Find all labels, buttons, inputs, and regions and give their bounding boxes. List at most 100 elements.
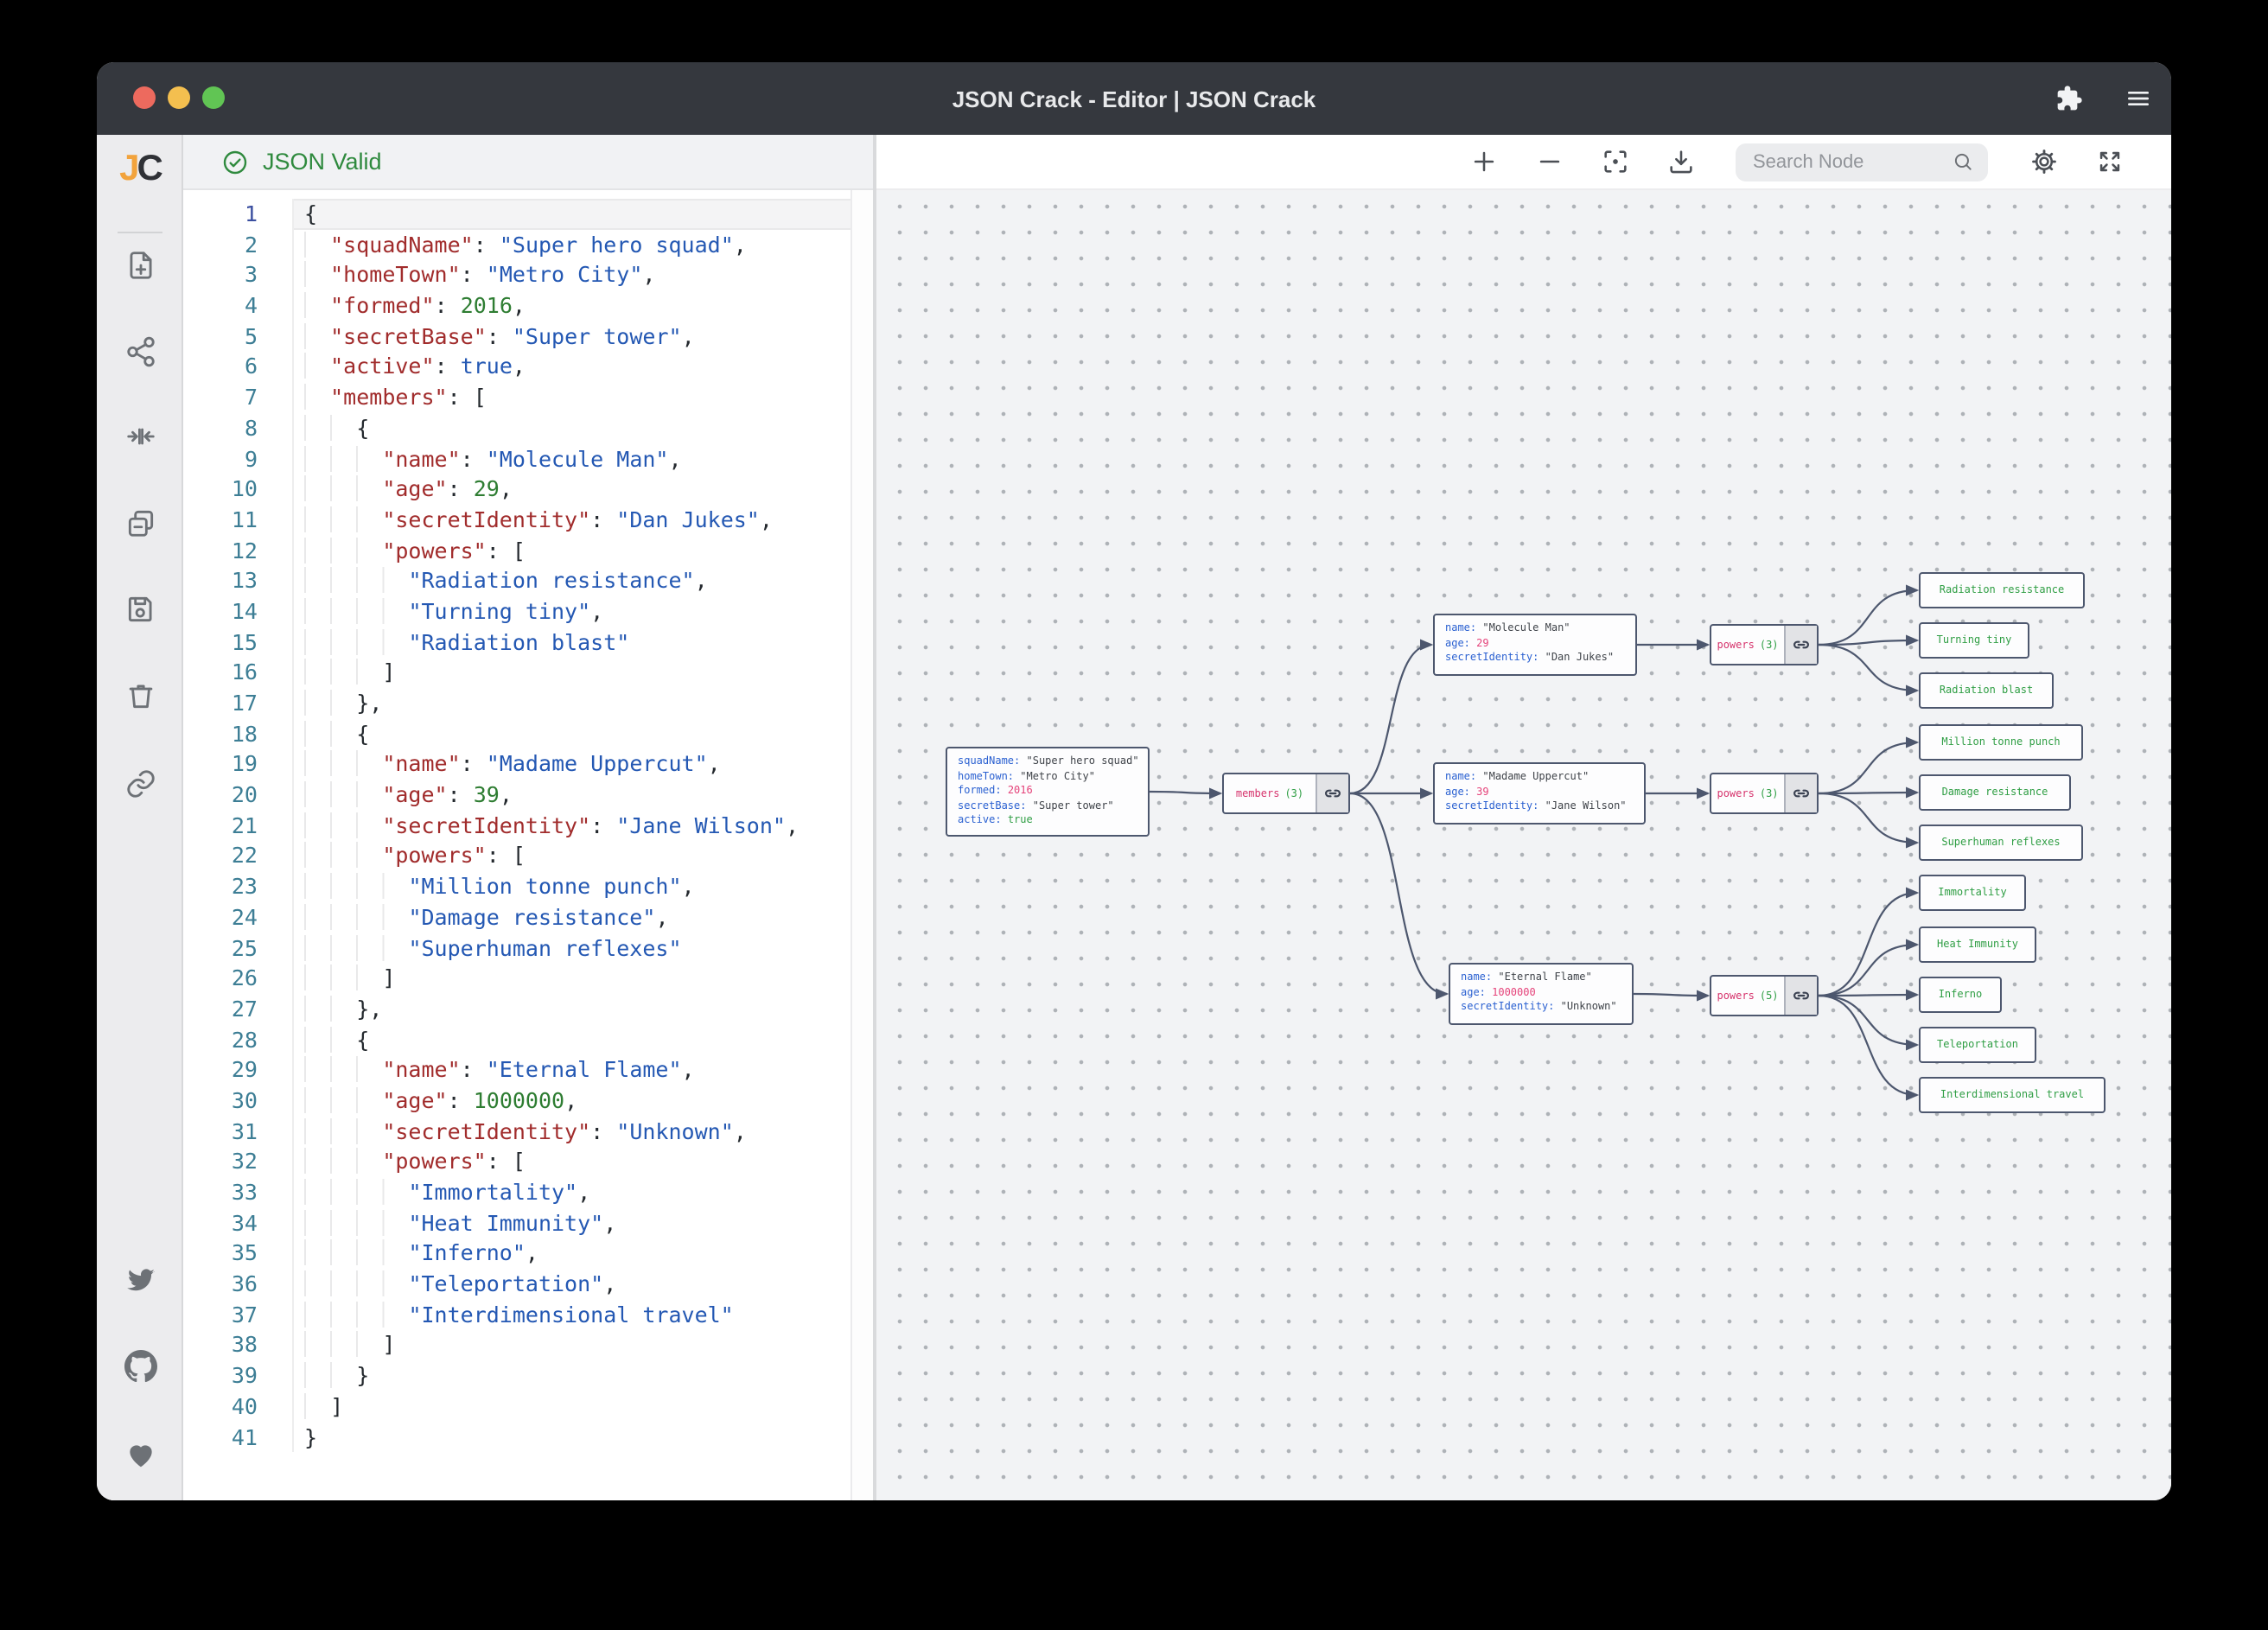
graph-node-c4[interactable]: Teleportation	[1919, 1027, 2036, 1063]
graph-node-b1[interactable]: Million tonne punch	[1919, 724, 2083, 761]
copy-button[interactable]	[111, 493, 169, 551]
expand-link-icon[interactable]	[1784, 977, 1817, 1015]
twitter-link[interactable]	[111, 1250, 169, 1308]
leaf-node-label: Teleportation	[1937, 1039, 2018, 1051]
code-content: {	[294, 718, 873, 748]
code-line[interactable]: 4 "formed": 2016,	[183, 290, 873, 321]
code-line[interactable]: 2 "squadName": "Super hero squad",	[183, 229, 873, 259]
line-number: 27	[183, 994, 294, 1024]
code-line[interactable]: 37 "Interdimensional travel"	[183, 1300, 873, 1330]
code-line[interactable]: 6 "active": true,	[183, 352, 873, 382]
line-number: 26	[183, 963, 294, 993]
code-line[interactable]: 20 "age": 39,	[183, 780, 873, 810]
settings-button[interactable]	[2023, 141, 2064, 182]
code-content: "homeTown": "Metro City",	[294, 260, 873, 290]
graph-node-p1[interactable]: powers(3)	[1710, 624, 1819, 665]
collapse-horizontal-button[interactable]	[111, 406, 169, 465]
code-line[interactable]: 3 "homeTown": "Metro City",	[183, 260, 873, 290]
graph-node-c1[interactable]: Immortality	[1919, 875, 2026, 911]
code-line[interactable]: 8 {	[183, 413, 873, 443]
code-line[interactable]: 33 "Immortality",	[183, 1177, 873, 1207]
graph-node-members[interactable]: members(3)	[1222, 773, 1350, 814]
code-line[interactable]: 40 ]	[183, 1391, 873, 1422]
code-line[interactable]: 34 "Heat Immunity",	[183, 1207, 873, 1238]
code-line[interactable]: 9 "name": "Molecule Man",	[183, 443, 873, 474]
new-file-button[interactable]	[111, 235, 169, 294]
save-button[interactable]	[111, 579, 169, 638]
search-input[interactable]	[1753, 151, 1952, 172]
graph-node-b3[interactable]: Superhuman reflexes	[1919, 825, 2083, 861]
code-line[interactable]: 27 },	[183, 994, 873, 1024]
graph-node-root[interactable]: squadName: "Super hero squad"homeTown: "…	[946, 747, 1150, 837]
code-line[interactable]: 21 "secretIdentity": "Jane Wilson",	[183, 811, 873, 841]
code-line[interactable]: 19 "name": "Madame Uppercut",	[183, 749, 873, 780]
zoom-in-button[interactable]	[1462, 141, 1504, 182]
focus-button[interactable]	[1594, 141, 1635, 182]
code-line[interactable]: 15 "Radiation blast"	[183, 627, 873, 657]
code-line[interactable]: 23 "Million tonne punch",	[183, 871, 873, 901]
search-node-box[interactable]	[1736, 143, 1988, 181]
graph-node-m2[interactable]: name: "Madame Uppercut"age: 39secretIden…	[1433, 762, 1646, 825]
graph-node-p2[interactable]: powers(3)	[1710, 773, 1819, 814]
graph-node-c3[interactable]: Inferno	[1919, 977, 2002, 1013]
expand-link-icon[interactable]	[1784, 774, 1817, 812]
code-line[interactable]: 30 "age": 1000000,	[183, 1086, 873, 1116]
code-line[interactable]: 24 "Damage resistance",	[183, 902, 873, 933]
graph-node-a1[interactable]: Radiation resistance	[1919, 572, 2085, 608]
code-line[interactable]: 26 ]	[183, 963, 873, 993]
code-line[interactable]: 16 ]	[183, 658, 873, 688]
github-link[interactable]	[111, 1336, 169, 1395]
code-line[interactable]: 11 "secretIdentity": "Dan Jukes",	[183, 505, 873, 535]
expand-link-icon[interactable]	[1784, 626, 1817, 664]
code-line[interactable]: 29 "name": "Eternal Flame",	[183, 1055, 873, 1086]
code-line[interactable]: 10 "age": 29,	[183, 474, 873, 504]
code-line[interactable]: 13 "Radiation resistance",	[183, 566, 873, 596]
link-button[interactable]	[111, 754, 169, 812]
code-line[interactable]: 38 ]	[183, 1330, 873, 1360]
focus-icon	[1600, 147, 1629, 176]
code-line[interactable]: 39 }	[183, 1360, 873, 1391]
expand-link-icon[interactable]	[1316, 774, 1348, 812]
code-line[interactable]: 28 {	[183, 1024, 873, 1054]
graph-node-p3[interactable]: powers(5)	[1710, 975, 1819, 1016]
code-line[interactable]: 36 "Teleportation",	[183, 1269, 873, 1299]
code-line[interactable]: 5 "secretBase": "Super tower",	[183, 322, 873, 352]
graph-node-a3[interactable]: Radiation blast	[1919, 672, 2054, 709]
graph-node-b2[interactable]: Damage resistance	[1919, 774, 2071, 811]
gear-icon	[2029, 147, 2058, 176]
app-logo[interactable]: JC	[97, 149, 183, 190]
code-line[interactable]: 32 "powers": [	[183, 1147, 873, 1177]
download-button[interactable]	[1660, 141, 1701, 182]
zoom-out-button[interactable]	[1528, 141, 1570, 182]
code-line[interactable]: 41}	[183, 1422, 873, 1452]
code-content: "Interdimensional travel"	[294, 1300, 873, 1330]
code-line[interactable]: 35 "Inferno",	[183, 1238, 873, 1269]
code-line[interactable]: 14 "Turning tiny",	[183, 596, 873, 627]
graph-canvas[interactable]: squadName: "Super hero squad"homeTown: "…	[876, 190, 2171, 1500]
code-line[interactable]: 25 "Superhuman reflexes"	[183, 933, 873, 963]
code-line[interactable]: 7 "members": [	[183, 382, 873, 412]
line-number: 21	[183, 811, 294, 841]
graph-node-c2[interactable]: Heat Immunity	[1919, 926, 2036, 963]
code-line[interactable]: 22 "powers": [	[183, 841, 873, 871]
graph-node-m1[interactable]: name: "Molecule Man"age: 29secretIdentit…	[1433, 614, 1637, 676]
editor-scrollbar[interactable]	[850, 190, 873, 1500]
code-line[interactable]: 1{	[183, 199, 873, 229]
delete-button[interactable]	[111, 665, 169, 724]
graph-node-m3[interactable]: name: "Eternal Flame"age: 1000000secretI…	[1449, 963, 1634, 1025]
json-editor[interactable]: 1{2 "squadName": "Super hero squad",3 "h…	[183, 190, 873, 1500]
code-line[interactable]: 17 },	[183, 688, 873, 718]
graph-node-a2[interactable]: Turning tiny	[1919, 622, 2029, 659]
graph-node-c5[interactable]: Interdimensional travel	[1919, 1077, 2106, 1113]
share-graph-button[interactable]	[111, 322, 169, 380]
sponsor-link[interactable]	[111, 1424, 169, 1483]
node-row: formed: 2016	[958, 785, 1137, 799]
hamburger-menu-icon[interactable]	[2125, 85, 2152, 112]
puzzle-extension-icon[interactable]	[2055, 85, 2083, 112]
fullscreen-button[interactable]	[2088, 141, 2130, 182]
graph-edge	[1819, 995, 1917, 996]
code-line[interactable]: 12 "powers": [	[183, 535, 873, 565]
code-line[interactable]: 31 "secretIdentity": "Unknown",	[183, 1116, 873, 1146]
sidebar: JC	[97, 135, 183, 1500]
code-line[interactable]: 18 {	[183, 718, 873, 748]
